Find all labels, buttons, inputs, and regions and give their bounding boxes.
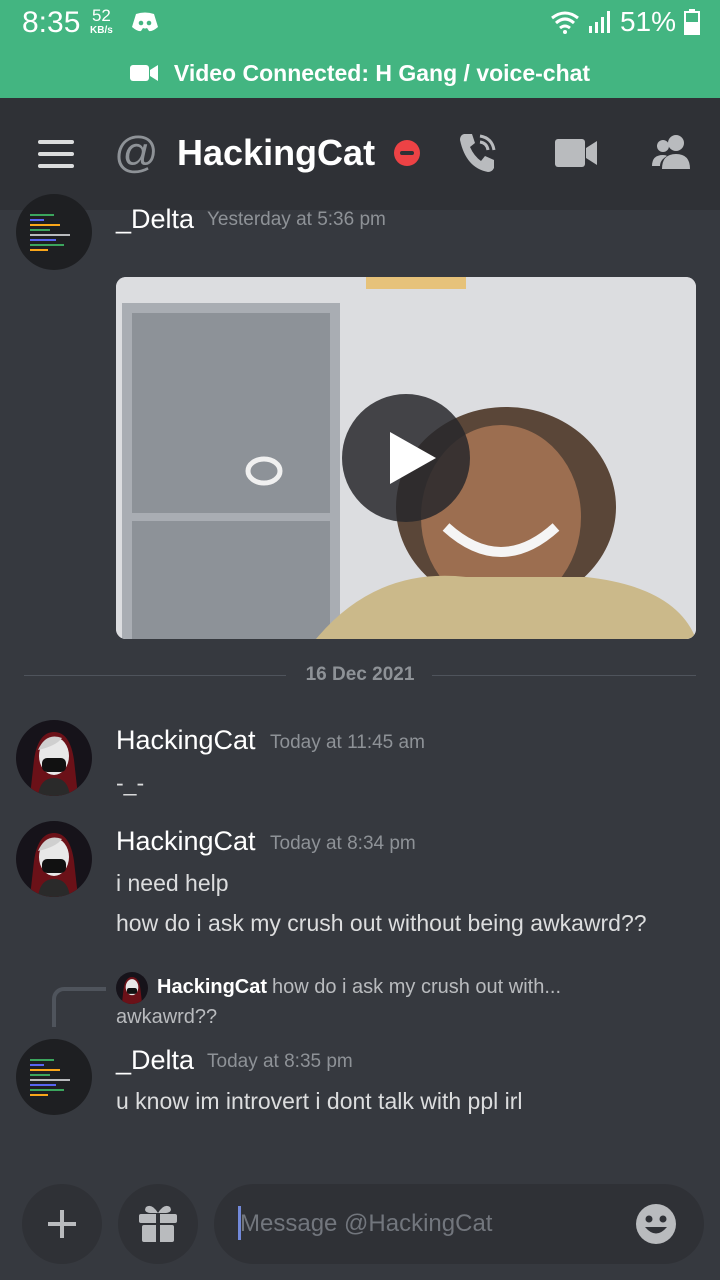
message-input-placeholder: Message @HackingCat bbox=[240, 1210, 493, 1237]
message-timestamp: Yesterday at 5:36 pm bbox=[207, 209, 386, 230]
reply-author[interactable]: HackingCat bbox=[157, 976, 267, 999]
message-author[interactable]: HackingCat bbox=[116, 725, 256, 756]
plus-icon bbox=[48, 1210, 76, 1238]
emoji-icon[interactable] bbox=[634, 1202, 678, 1246]
date-divider-label: 16 Dec 2021 bbox=[305, 664, 415, 685]
voice-banner-label: Video Connected: H Gang / voice-chat bbox=[173, 59, 591, 86]
status-bar: 8:35 52 KB/s 51% bbox=[0, 0, 720, 48]
status-time: 8:35 bbox=[22, 6, 81, 39]
channel-header: @ HackingCat bbox=[0, 98, 720, 210]
masked-avatar-image bbox=[121, 977, 143, 1004]
reply-avatar bbox=[116, 972, 148, 1004]
dnd-status-icon bbox=[394, 140, 420, 166]
code-avatar-image bbox=[30, 1059, 70, 1096]
reply-excerpt[interactable]: how do i ask my crush out with... bbox=[272, 976, 561, 999]
network-speed-unit: KB/s bbox=[90, 25, 113, 36]
reply-excerpt-cont[interactable]: awkawrd?? bbox=[116, 1006, 217, 1029]
avatar[interactable] bbox=[16, 821, 92, 897]
gift-button[interactable] bbox=[118, 1184, 198, 1264]
message-text: -_- bbox=[116, 770, 145, 796]
message-author[interactable]: HackingCat bbox=[116, 826, 256, 857]
code-avatar-image bbox=[30, 214, 70, 251]
date-divider: 16 Dec 2021 bbox=[24, 663, 696, 693]
play-icon[interactable] bbox=[342, 394, 470, 522]
add-attachment-button[interactable] bbox=[22, 1184, 102, 1264]
menu-icon[interactable] bbox=[38, 140, 74, 168]
masked-avatar-image bbox=[30, 732, 78, 796]
message-text: u know im introvert i dont talk with ppl… bbox=[116, 1088, 523, 1114]
message-composer: Message @HackingCat bbox=[0, 1170, 720, 1280]
avatar[interactable] bbox=[16, 194, 92, 270]
gift-icon bbox=[139, 1205, 177, 1242]
message-text: how do i ask my crush out without being … bbox=[116, 910, 647, 936]
avatar[interactable] bbox=[16, 720, 92, 796]
page-title[interactable]: HackingCat bbox=[177, 132, 375, 174]
video-connected-banner[interactable]: Video Connected: H Gang / voice-chat bbox=[0, 48, 720, 98]
at-icon: @ bbox=[114, 128, 159, 177]
message-text: i need help bbox=[116, 870, 229, 896]
signal-icon bbox=[588, 11, 610, 33]
masked-avatar-image bbox=[30, 833, 78, 897]
avatar[interactable] bbox=[16, 1039, 92, 1115]
message-timestamp: Today at 11:45 am bbox=[270, 732, 425, 753]
message-author[interactable]: _Delta bbox=[116, 1045, 194, 1076]
status-icons: 51% bbox=[550, 6, 700, 38]
message-timestamp: Today at 8:35 pm bbox=[207, 1051, 353, 1072]
network-speed: 52 KB/s bbox=[90, 7, 113, 38]
wifi-icon bbox=[551, 11, 579, 34]
call-icon[interactable] bbox=[458, 130, 498, 174]
video-camera-icon bbox=[129, 65, 158, 81]
video-attachment[interactable] bbox=[116, 277, 696, 639]
battery-icon bbox=[684, 9, 700, 35]
message-author[interactable]: _Delta bbox=[116, 204, 194, 235]
battery-percent: 51% bbox=[619, 6, 676, 37]
discord-icon bbox=[132, 12, 158, 32]
video-call-icon[interactable] bbox=[555, 138, 597, 168]
message-timestamp: Today at 8:34 pm bbox=[270, 833, 416, 854]
reply-connector bbox=[52, 987, 106, 1027]
members-icon[interactable] bbox=[650, 134, 694, 170]
message-input[interactable]: Message @HackingCat bbox=[214, 1184, 704, 1264]
message-list[interactable]: _Delta Yesterday at 5:36 pm 16 Dec 2021 bbox=[0, 194, 720, 1170]
